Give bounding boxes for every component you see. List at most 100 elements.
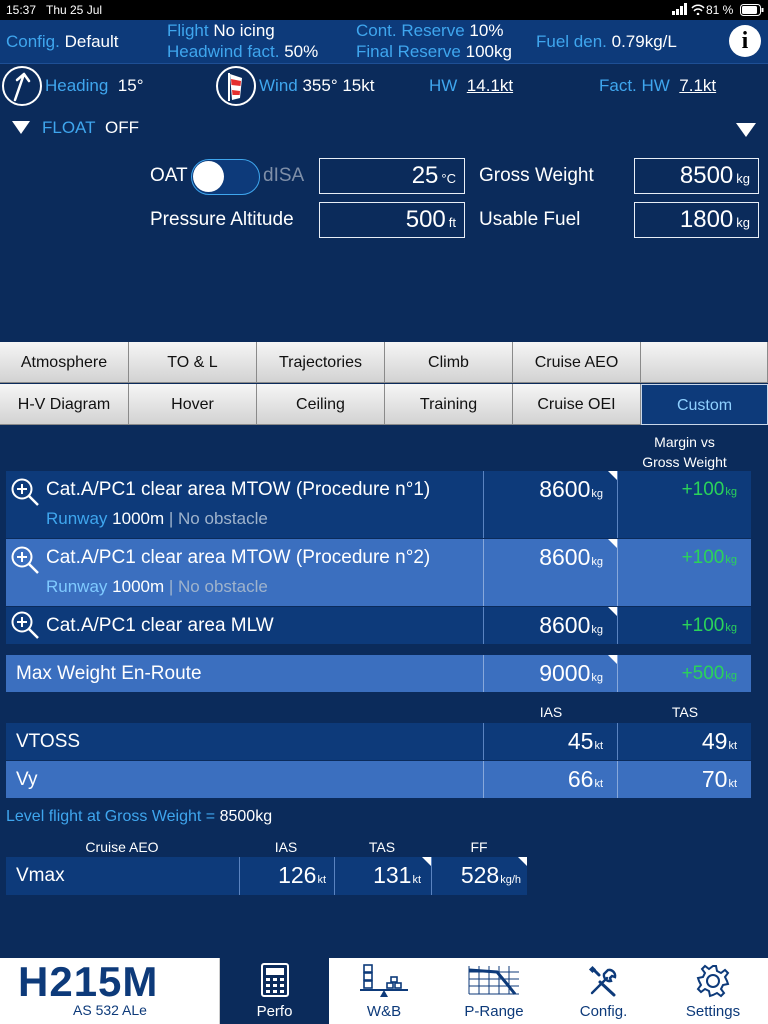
speed-row-vy: Vy 66kt 70kt (6, 761, 751, 798)
cont-reserve-value: 10% (469, 21, 504, 40)
pressure-alt-value: 500 (405, 206, 446, 233)
tab-climb[interactable]: Climb (385, 342, 513, 383)
nav-label: W&B (366, 1003, 402, 1020)
weight-value-cell[interactable]: 8600kg (483, 539, 617, 606)
tab-custom[interactable]: Custom (641, 384, 768, 425)
cruise-ff: 528 (460, 862, 500, 888)
weight-value: 8600 (539, 476, 591, 502)
weight-value-cell[interactable]: 8600kg (483, 607, 617, 644)
tab-cruise-oei[interactable]: Cruise OEI (513, 384, 641, 425)
status-bar: 15:37 Thu 25 Jul 81 % (0, 0, 768, 20)
separator: | (168, 509, 174, 528)
float-value: OFF (104, 118, 139, 137)
nav-settings[interactable]: Settings (658, 958, 768, 1024)
obstacle-text: No obstacle (178, 577, 268, 596)
margin-unit: kg (725, 486, 737, 498)
float-toggle[interactable]: FLOAT OFF (12, 118, 139, 138)
cruise-name: Vmax (16, 865, 65, 886)
cruise-tas-cell[interactable]: 131kt (334, 857, 431, 895)
nav-label: Settings (685, 1003, 741, 1020)
nav-p-range[interactable]: P-Range (439, 958, 549, 1024)
pressure-alt-input[interactable]: 500 ft (319, 202, 465, 238)
nav-wb[interactable]: W&B (329, 958, 439, 1024)
tab-training[interactable]: Training (385, 384, 513, 425)
corner-marker (518, 857, 527, 866)
cruise-col-ff: FF (470, 839, 488, 855)
oat-unit: °C (441, 171, 456, 186)
config-header[interactable]: Config. Default Flight No icing Headwind… (0, 20, 768, 64)
heading-arrow-icon[interactable] (2, 66, 42, 106)
pressure-alt-unit: ft (448, 215, 456, 230)
pressure-alt-label: Pressure Altitude (150, 209, 294, 230)
nav-perfo[interactable]: Perfo (220, 958, 329, 1024)
runway-label: Runway (46, 577, 108, 596)
flight-value: No icing (213, 21, 275, 40)
corner-marker (608, 539, 617, 548)
cruise-row-vmax[interactable]: Vmax 126kt 131kt 528kg/h (6, 857, 527, 895)
tab-ceiling[interactable]: Ceiling (257, 384, 385, 425)
collapse-caret-icon[interactable] (736, 123, 756, 137)
runway-value: 1000m (112, 509, 165, 528)
battery-percent: 81 % (706, 3, 734, 17)
cruise-ff-cell[interactable]: 528kg/h (431, 857, 527, 895)
runway-value: 1000m (112, 577, 165, 596)
weight-unit: kg (591, 624, 603, 636)
headwind-label: Headwind fact. (167, 42, 280, 61)
weight-unit: kg (591, 556, 603, 568)
weight-value-cell[interactable]: 8600kg (483, 471, 617, 538)
zoom-in-icon[interactable] (10, 545, 40, 575)
usable-fuel-unit: kg (736, 215, 750, 230)
oat-disa-switch[interactable] (191, 159, 260, 195)
tab-hv-diagram[interactable]: H-V Diagram (0, 384, 129, 425)
tab-atmosphere[interactable]: Atmosphere (0, 342, 129, 383)
enroute-value-cell[interactable]: 9000kg (483, 655, 617, 692)
margin-value: +100 (681, 479, 725, 500)
corner-marker (608, 655, 617, 664)
float-label: FLOAT (42, 118, 96, 137)
oat-input[interactable]: 25 °C (319, 158, 465, 194)
enroute-margin-unit: kg (725, 670, 737, 682)
gear-icon (696, 964, 730, 998)
gross-weight-unit: kg (736, 171, 750, 186)
calculator-icon (260, 963, 289, 997)
oat-value: 25 (411, 162, 439, 189)
wind-header[interactable]: Heading 15° Wind 355° 15kt HW 14.1kt Fac… (0, 64, 768, 108)
flight-label: Flight (167, 21, 209, 40)
weight-value: 8600 (539, 612, 591, 638)
weight-row-1[interactable]: Cat.A/PC1 clear area MTOW (Procedure n°1… (6, 471, 751, 538)
fact-hw-label: Fact. HW (599, 76, 670, 95)
zoom-in-icon[interactable] (10, 610, 40, 640)
wind-label: Wind (259, 76, 298, 95)
usable-fuel-value: 1800 (679, 206, 734, 233)
enroute-row[interactable]: Max Weight En-Route 9000kg +500kg (6, 655, 751, 692)
oat-label: OAT (150, 165, 188, 186)
tab-cruise-aeo[interactable]: Cruise AEO (513, 342, 641, 383)
tab-empty[interactable] (641, 342, 768, 383)
enroute-unit: kg (591, 672, 603, 684)
status-date: Thu 25 Jul (46, 3, 103, 17)
nav-config[interactable]: Config. (549, 958, 658, 1024)
windsock-icon[interactable] (216, 66, 256, 106)
usable-fuel-input[interactable]: 1800 kg (634, 202, 759, 238)
cont-reserve-label: Cont. Reserve (356, 21, 465, 40)
ias-cell: 66kt (483, 761, 617, 798)
tab-trajectories[interactable]: Trajectories (257, 342, 385, 383)
weight-row-2[interactable]: Cat.A/PC1 clear area MTOW (Procedure n°2… (6, 539, 751, 606)
weight-row-3[interactable]: Cat.A/PC1 clear area MLW 8600kg +100kg (6, 607, 751, 644)
zoom-in-icon[interactable] (10, 477, 40, 507)
info-icon[interactable]: i (729, 25, 761, 57)
margin-unit: kg (725, 622, 737, 634)
payload-range-chart-icon (468, 966, 519, 995)
tas-value: 70 (701, 766, 728, 792)
ias-unit: kt (594, 740, 603, 752)
tab-to-and-l[interactable]: TO & L (129, 342, 257, 383)
corner-marker (608, 607, 617, 616)
balance-icon (360, 964, 408, 997)
gross-weight-input[interactable]: 8500 kg (634, 158, 759, 194)
cruise-col-ias: IAS (274, 839, 298, 855)
cruise-col-name: Cruise AEO (85, 839, 159, 855)
config-value: Default (64, 32, 119, 51)
final-reserve-value: 100kg (465, 42, 512, 61)
tab-hover[interactable]: Hover (129, 384, 257, 425)
enroute-margin: +500 (681, 663, 725, 684)
